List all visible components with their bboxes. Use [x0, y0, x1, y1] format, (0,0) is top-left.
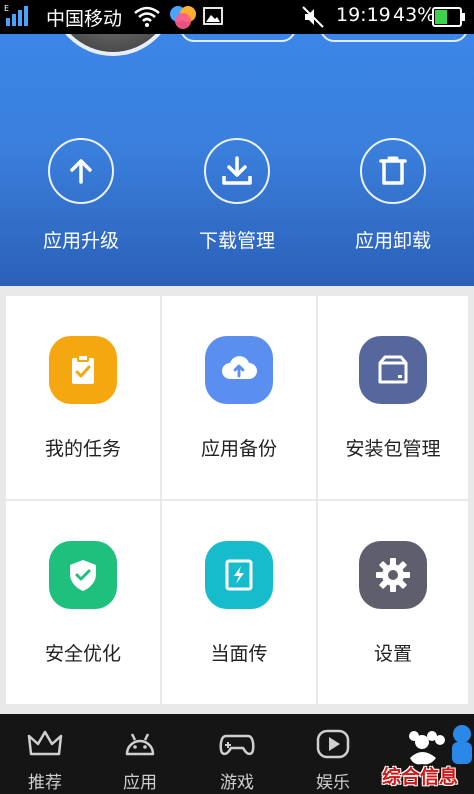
quick-action-label: 应用卸载: [354, 230, 431, 252]
status-bar: E 中国移动 19:19 43%: [0, 0, 474, 34]
transfer-bolt-icon: [205, 541, 273, 609]
gear-icon: [359, 541, 427, 609]
nav-item-entertainment[interactable]: 娱乐: [288, 714, 378, 794]
nav-label: 应用: [123, 773, 157, 793]
grid-item-face-transfer[interactable]: 当面传: [162, 501, 316, 704]
android-icon: [125, 733, 155, 756]
package-box-icon: [359, 336, 427, 404]
trash-icon: [360, 138, 426, 204]
header-pill-button[interactable]: [320, 34, 468, 42]
grid-item-label: 应用备份: [200, 438, 277, 460]
quick-action-label: 应用升级: [42, 230, 119, 252]
battery-percent: 43%: [393, 4, 436, 26]
grid-item-label: 安装包管理: [345, 438, 441, 460]
grid-item-package-manager[interactable]: 安装包管理: [318, 296, 468, 499]
battery-icon: [432, 7, 465, 27]
download-icon: [204, 138, 270, 204]
mute-icon: [302, 6, 324, 28]
app-notification-icon: [170, 6, 196, 29]
clock-time: 19:19: [336, 4, 391, 26]
play-icon: [316, 729, 350, 759]
nav-label: 娱乐: [316, 773, 350, 793]
image-notification-icon: [203, 7, 223, 25]
quick-action-label: 下载管理: [198, 230, 275, 252]
grid-item-security-optimize[interactable]: 安全优化: [6, 501, 160, 704]
carrier-name: 中国移动: [46, 8, 123, 30]
grid-item-label: 安全优化: [44, 643, 121, 665]
signal-icon: E: [4, 4, 28, 26]
clipboard-check-icon: [49, 336, 117, 404]
nav-item-apps[interactable]: 应用: [95, 714, 185, 794]
grid-item-settings[interactable]: 设置: [318, 501, 468, 704]
shield-check-icon: [49, 541, 117, 609]
cloud-upload-icon: [205, 336, 273, 404]
svg-text:E: E: [4, 4, 9, 13]
grid-item-label: 我的任务: [44, 438, 121, 460]
grid-item-app-backup[interactable]: 应用备份: [162, 296, 316, 499]
upload-arrow-icon: [48, 138, 114, 204]
header-pill-button[interactable]: [180, 34, 296, 42]
quick-action-download-manager[interactable]: 下载管理: [177, 138, 297, 253]
grid-item-label: 设置: [373, 643, 412, 665]
grid-item-label: 当面传: [210, 643, 268, 665]
header-banner: 应用升级 下载管理 应用卸载: [0, 34, 474, 286]
avatar[interactable]: [50, 34, 176, 56]
nav-label: 游戏: [220, 773, 254, 793]
nav-item-games[interactable]: 游戏: [192, 714, 282, 794]
watermark-overlay-text: 综合信息: [382, 766, 459, 788]
nav-label: 推荐: [28, 773, 62, 793]
nav-item-recommend[interactable]: 推荐: [0, 714, 90, 794]
quick-action-app-upgrade[interactable]: 应用升级: [21, 138, 141, 253]
grid-item-my-tasks[interactable]: 我的任务: [6, 296, 160, 499]
crown-icon: [27, 730, 63, 756]
quick-action-app-uninstall[interactable]: 应用卸载: [333, 138, 453, 253]
gamepad-icon: [219, 734, 255, 756]
wifi-icon: [134, 6, 160, 27]
